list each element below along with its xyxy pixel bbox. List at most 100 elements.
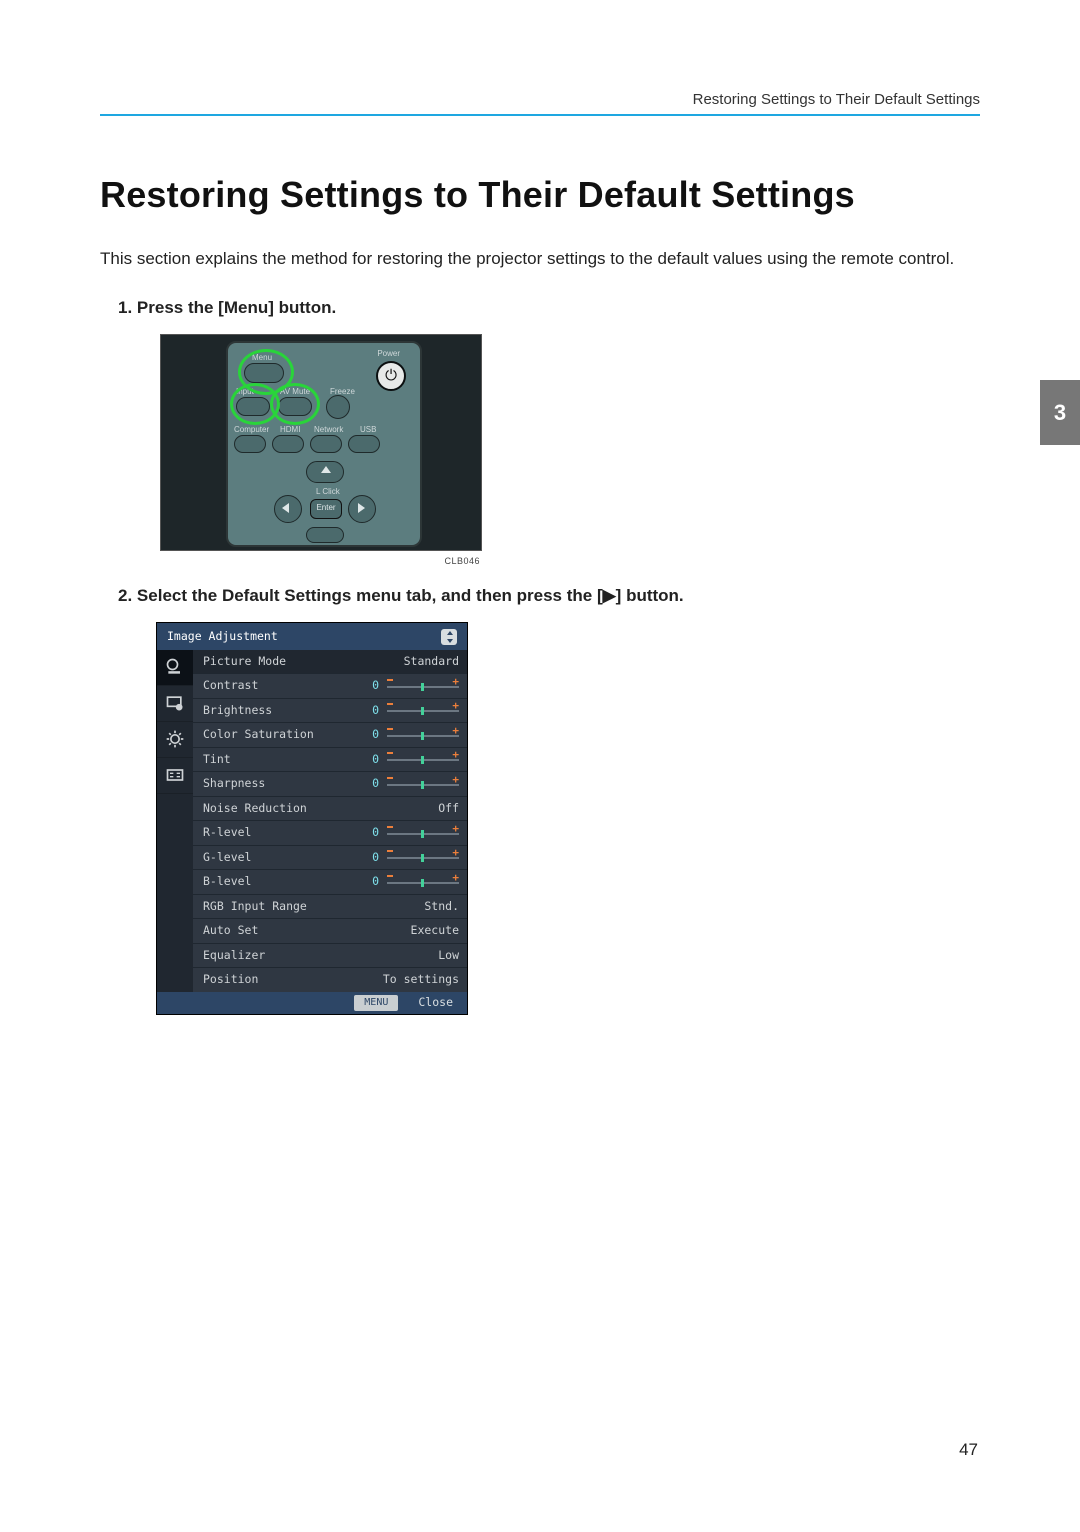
osd-row-label: Auto Set: [203, 923, 381, 939]
osd-slider: +: [387, 730, 459, 741]
osd-row: Noise ReductionOff: [193, 796, 467, 821]
osd-row-text: Execute: [381, 923, 459, 939]
osd-row-label: Equalizer: [203, 948, 381, 964]
remote-network-button: [310, 435, 342, 453]
osd-row-label: Position: [203, 972, 381, 988]
osd-title-bar: Image Adjustment: [157, 623, 467, 650]
osd-icon-column: [157, 650, 193, 992]
remote-label-menu: Menu: [252, 353, 272, 364]
osd-slider: +: [387, 754, 459, 765]
power-icon: ⏻: [385, 366, 397, 386]
osd-row-label: B-level: [203, 874, 357, 890]
running-head: Restoring Settings to Their Default Sett…: [100, 90, 980, 110]
remote-label-input: Input: [236, 387, 254, 398]
remote-usb-button: [348, 435, 380, 453]
osd-row: PositionTo settings: [193, 967, 467, 992]
default-settings-icon: [157, 722, 193, 758]
osd-row-label: Sharpness: [203, 776, 357, 792]
remote-label-network: Network: [314, 425, 343, 436]
osd-row: Brightness0 +: [193, 698, 467, 723]
osd-row-text: Low: [381, 948, 459, 964]
updown-icon: [441, 629, 457, 645]
chapter-tab: 3: [1040, 380, 1080, 445]
remote-label-usb: USB: [360, 425, 376, 436]
osd-row: B-level0 +: [193, 869, 467, 894]
remote-body: Menu Power ⏻ Input AV Mute Freeze Comput…: [226, 341, 422, 547]
osd-row: Tint0 +: [193, 747, 467, 772]
osd-row-label: Noise Reduction: [203, 801, 381, 817]
osd-row: Color Saturation0+: [193, 722, 467, 747]
osd-slider: +: [387, 852, 459, 863]
osd-row-label: G-level: [203, 850, 357, 866]
remote-hdmi-button: [272, 435, 304, 453]
step-1-text: Press the [Menu] button.: [137, 298, 336, 317]
remote-enter-button: Enter: [310, 499, 342, 519]
step-1-number: 1.: [118, 298, 132, 317]
osd-row-text: Off: [381, 801, 459, 817]
remote-computer-button: [234, 435, 266, 453]
osd-row: Contrast0 +: [193, 673, 467, 698]
osd-footer: MENU Close: [157, 992, 467, 1014]
osd-row-text: Stnd.: [381, 899, 459, 915]
osd-row: EqualizerLow: [193, 943, 467, 968]
osd-rows: Picture ModeStandardContrast0+Brightness…: [193, 650, 467, 992]
osd-row-label: Tint: [203, 752, 357, 768]
remote-figure: Menu Power ⏻ Input AV Mute Freeze Comput…: [160, 334, 482, 551]
osd-row: Sharpness0 +: [193, 771, 467, 796]
osd-row-label: RGB Input Range: [203, 899, 381, 915]
osd-row-value: 0: [357, 776, 379, 792]
osd-title-text: Image Adjustment: [167, 629, 278, 645]
osd-row: Auto SetExecute: [193, 918, 467, 943]
image-adjust-icon: [157, 650, 193, 686]
osd-row-value: 0: [357, 874, 379, 890]
arrow-up-icon: [321, 466, 331, 473]
display-settings-icon: [157, 686, 193, 722]
osd-row-label: Picture Mode: [203, 654, 381, 670]
page-title: Restoring Settings to Their Default Sett…: [100, 171, 980, 220]
remote-down-button: [306, 527, 344, 543]
osd-row: RGB Input RangeStnd.: [193, 894, 467, 919]
remote-input-button: [236, 397, 270, 416]
arrow-right-icon: [358, 503, 365, 513]
intro-text: This section explains the method for res…: [100, 248, 980, 271]
osd-row-text: Standard: [381, 654, 459, 670]
osd-slider: +: [387, 705, 459, 716]
osd-row-label: Contrast: [203, 678, 357, 694]
remote-label-avmute: AV Mute: [280, 387, 310, 398]
osd-row: R-level0 +: [193, 820, 467, 845]
osd-close-label: Close: [418, 995, 453, 1011]
osd-row-label: R-level: [203, 825, 357, 841]
osd-slider: +: [387, 877, 459, 888]
header-rule: [100, 114, 980, 116]
osd-row: Picture ModeStandard: [193, 650, 467, 674]
remote-label-power: Power: [377, 349, 400, 360]
page-number: 47: [959, 1439, 978, 1462]
osd-menu-button: MENU: [354, 995, 398, 1011]
osd-row-value: 0: [357, 703, 379, 719]
remote-avmute-button: [278, 397, 312, 416]
osd-row-value: 0: [357, 727, 379, 743]
arrow-left-icon: [282, 503, 289, 513]
step-2: 2. Select the Default Settings menu tab,…: [140, 585, 980, 608]
remote-label-lclick: L Click: [316, 487, 340, 498]
osd-row-label: Brightness: [203, 703, 357, 719]
step-2-text: Select the Default Settings menu tab, an…: [137, 586, 684, 605]
remote-menu-button: [244, 363, 284, 383]
osd-slider: +: [387, 681, 459, 692]
osd-slider: +: [387, 828, 459, 839]
remote-power-button: ⏻: [376, 361, 406, 391]
input-icon: [157, 758, 193, 794]
remote-freeze-button: [326, 395, 350, 419]
remote-label-hdmi: HDMI: [280, 425, 300, 436]
figure-id: CLB046: [160, 555, 480, 567]
osd-menu: Image Adjustment Picture ModeStandardCon…: [156, 622, 468, 1015]
osd-row: G-level0 +: [193, 845, 467, 870]
osd-row-value: 0: [357, 850, 379, 866]
osd-row-text: To settings: [381, 972, 459, 988]
osd-slider: +: [387, 779, 459, 790]
osd-row-value: 0: [357, 752, 379, 768]
osd-row-value: 0: [357, 678, 379, 694]
step-2-number: 2.: [118, 586, 132, 605]
osd-row-value: 0: [357, 825, 379, 841]
step-1: 1. Press the [Menu] button.: [140, 297, 980, 320]
